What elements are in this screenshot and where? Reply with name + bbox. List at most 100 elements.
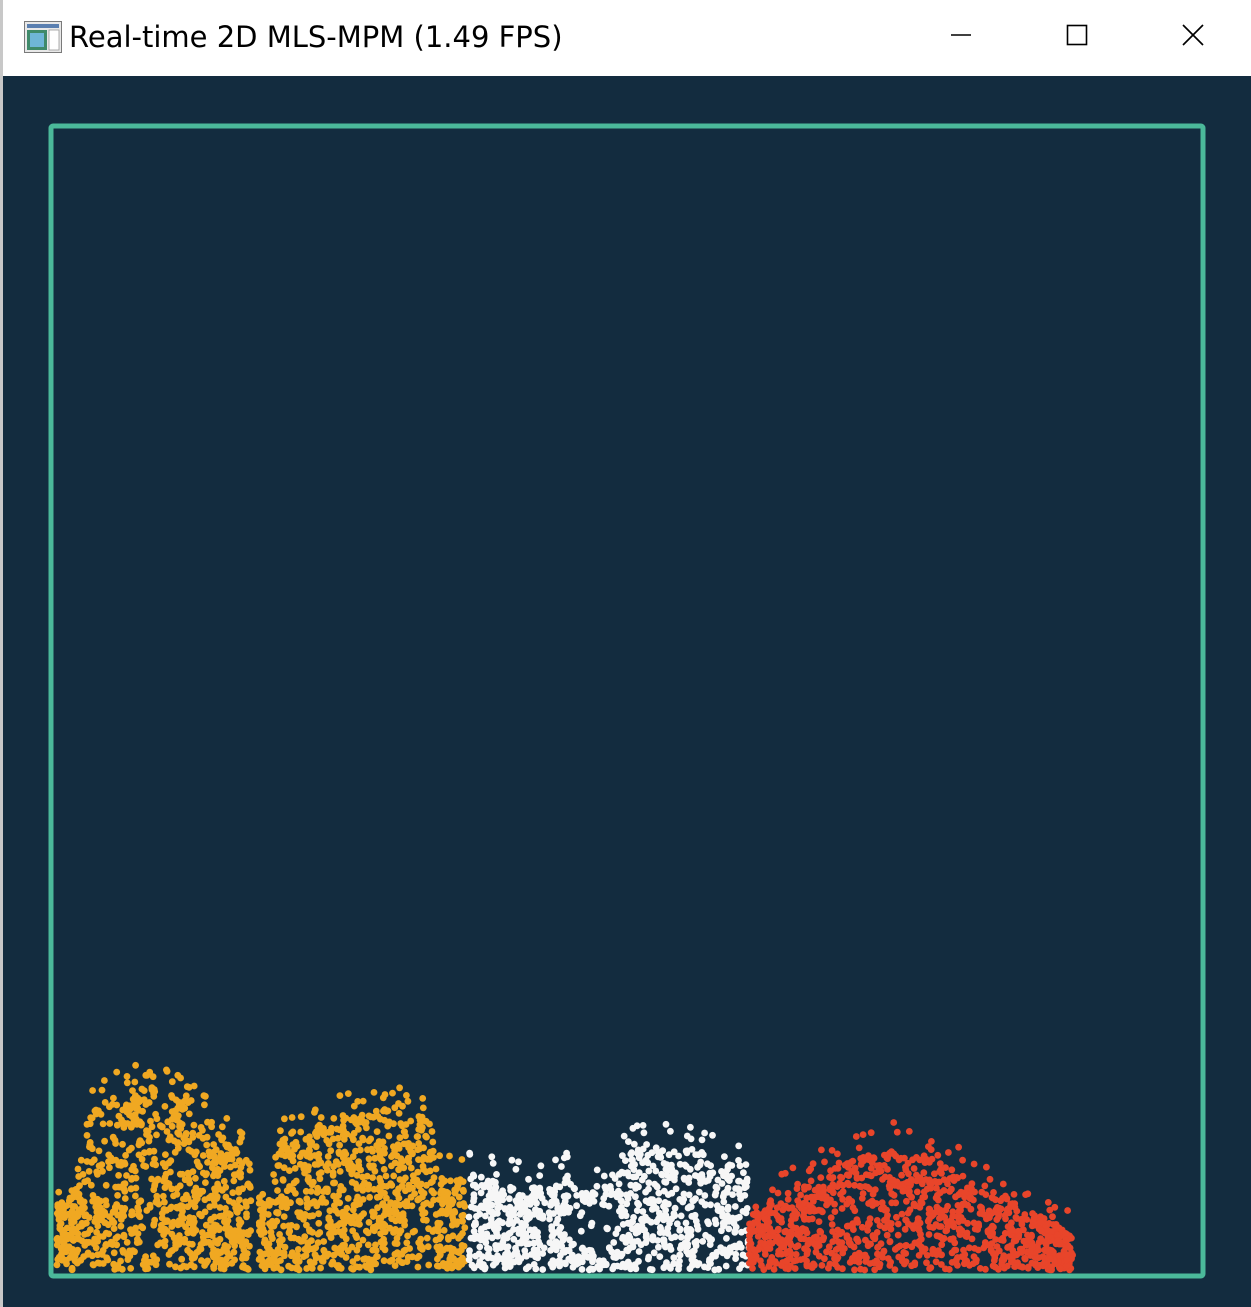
- particle: [935, 1223, 943, 1230]
- particle: [697, 1158, 705, 1166]
- particle: [1041, 1238, 1048, 1246]
- minimize-button[interactable]: [905, 0, 1017, 74]
- particle: [491, 1185, 499, 1192]
- particle: [754, 1233, 762, 1240]
- particle: [101, 1077, 108, 1084]
- particle: [626, 1234, 634, 1241]
- particle: [815, 1218, 823, 1225]
- particle: [578, 1266, 586, 1273]
- particle: [102, 1181, 110, 1189]
- particle: [983, 1163, 990, 1171]
- particle: [342, 1150, 350, 1158]
- particle: [724, 1184, 732, 1192]
- particle: [396, 1134, 404, 1142]
- particle: [970, 1219, 978, 1227]
- particle: [642, 1213, 649, 1221]
- particle: [686, 1265, 694, 1272]
- particle: [385, 1118, 393, 1126]
- particle: [103, 1201, 110, 1209]
- app-window-icon: [24, 21, 62, 53]
- particle: [434, 1255, 441, 1263]
- particle: [368, 1256, 376, 1264]
- particle: [946, 1188, 954, 1195]
- particle: [365, 1137, 373, 1145]
- simulation-canvas[interactable]: [3, 76, 1251, 1307]
- particle: [369, 1174, 376, 1181]
- particle: [160, 1231, 168, 1239]
- particle: [493, 1171, 500, 1178]
- particle: [80, 1253, 88, 1260]
- particle: [407, 1164, 415, 1172]
- title-bar[interactable]: Real-time 2D MLS-MPM (1.49 FPS): [3, 0, 1251, 76]
- particle: [600, 1195, 608, 1202]
- particle: [270, 1254, 278, 1261]
- particle: [816, 1227, 824, 1235]
- particle: [718, 1180, 726, 1187]
- particle: [736, 1265, 743, 1272]
- particle: [915, 1241, 923, 1248]
- particle: [585, 1246, 593, 1254]
- particle: [784, 1196, 792, 1203]
- particle: [261, 1265, 269, 1273]
- particle: [871, 1235, 879, 1243]
- particle: [470, 1194, 478, 1202]
- particle: [448, 1248, 456, 1256]
- particle: [482, 1181, 490, 1188]
- particle: [229, 1189, 237, 1197]
- particle: [430, 1189, 438, 1197]
- particle: [400, 1164, 408, 1172]
- particle: [892, 1199, 900, 1207]
- particle: [161, 1103, 169, 1110]
- particle: [914, 1218, 921, 1226]
- close-button[interactable]: [1137, 0, 1249, 74]
- particle: [810, 1260, 817, 1268]
- particle: [197, 1124, 205, 1131]
- particle: [599, 1200, 606, 1208]
- particle: [891, 1266, 899, 1273]
- particle: [181, 1176, 189, 1184]
- particle: [294, 1246, 302, 1253]
- particle: [326, 1207, 334, 1215]
- particle: [683, 1147, 691, 1155]
- particle: [337, 1245, 345, 1253]
- particle: [348, 1243, 356, 1251]
- particle: [829, 1181, 837, 1188]
- particle: [880, 1162, 888, 1169]
- particle: [304, 1176, 312, 1184]
- particle: [127, 1185, 135, 1193]
- particle: [321, 1129, 329, 1137]
- particle: [380, 1165, 388, 1173]
- particle: [817, 1174, 825, 1181]
- particle: [417, 1118, 425, 1126]
- particle: [948, 1166, 956, 1174]
- particle: [760, 1266, 768, 1273]
- particle: [615, 1187, 622, 1195]
- particle: [821, 1158, 828, 1166]
- particle: [732, 1185, 739, 1192]
- particle: [677, 1233, 685, 1241]
- particle: [782, 1257, 790, 1265]
- particle: [214, 1165, 222, 1173]
- particle: [78, 1222, 85, 1230]
- particle: [1035, 1254, 1043, 1261]
- particle: [427, 1201, 435, 1209]
- particle: [723, 1235, 730, 1242]
- particle: [448, 1221, 456, 1229]
- particle: [152, 1110, 160, 1118]
- particle: [139, 1107, 147, 1115]
- particle: [415, 1126, 423, 1133]
- particle: [894, 1220, 902, 1228]
- maximize-button[interactable]: [1021, 0, 1133, 74]
- particle: [705, 1220, 712, 1228]
- particle: [274, 1209, 282, 1217]
- particle: [992, 1196, 999, 1204]
- particle: [1031, 1212, 1038, 1219]
- particle: [536, 1185, 544, 1193]
- particle: [220, 1177, 228, 1185]
- particle: [553, 1183, 560, 1191]
- particle: [436, 1152, 443, 1160]
- particle: [678, 1242, 685, 1249]
- particle: [140, 1087, 148, 1094]
- particle: [358, 1115, 365, 1123]
- particle: [1062, 1236, 1069, 1244]
